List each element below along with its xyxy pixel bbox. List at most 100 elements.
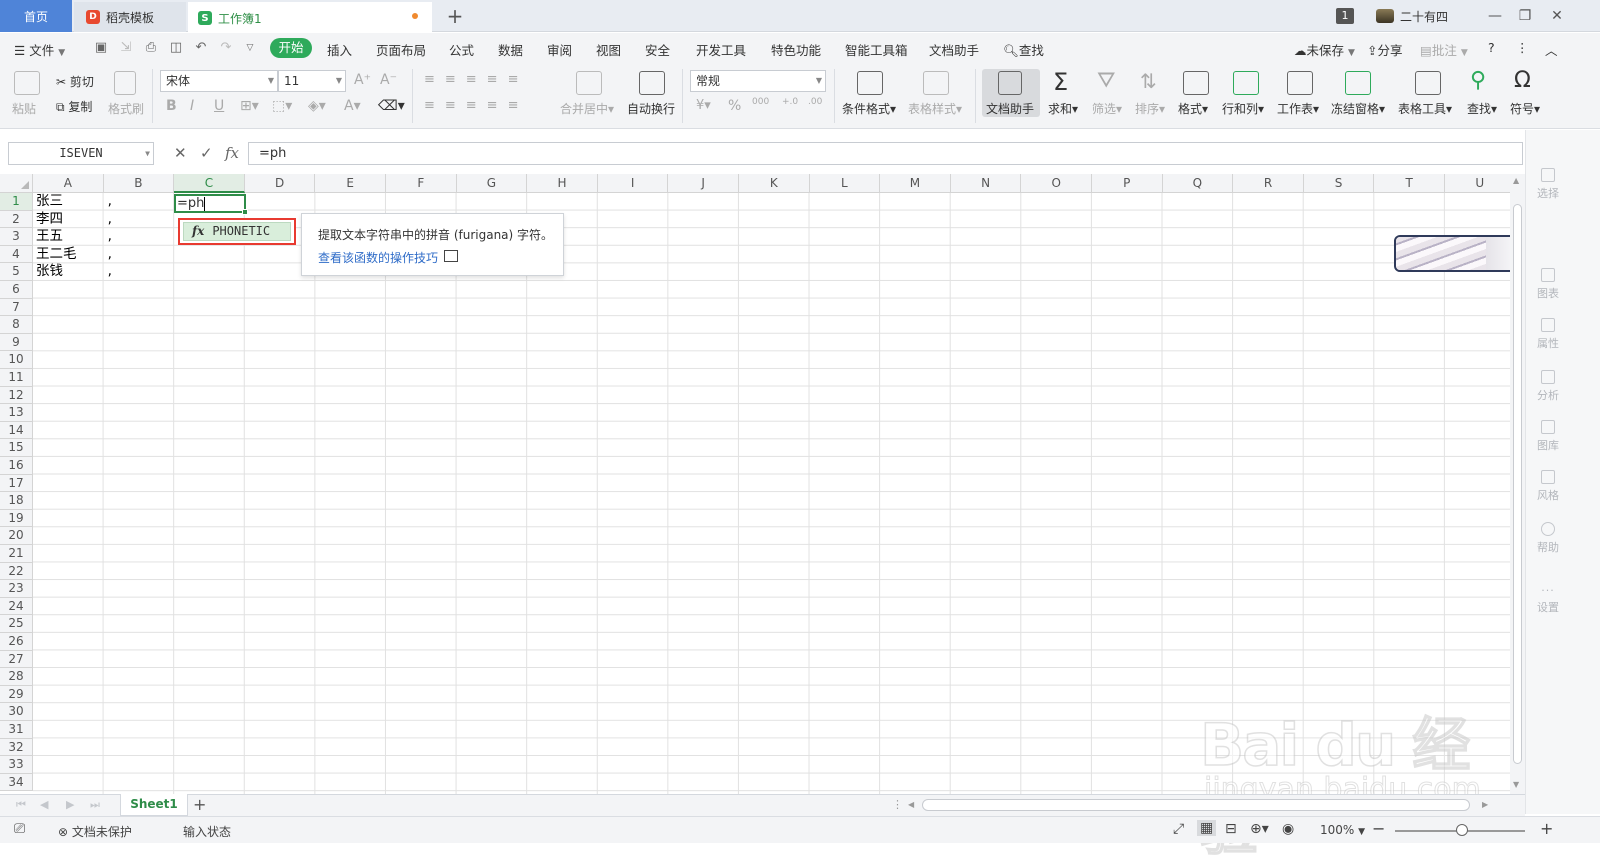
more-icon[interactable]: ⋮ [1516,40,1529,55]
column-header-t[interactable]: T [1374,174,1445,193]
column-header-f[interactable]: F [386,174,457,193]
column-header-j[interactable]: J [668,174,739,193]
export-icon[interactable]: ⇲ [119,41,133,55]
cell-b4[interactable]: , [108,246,112,264]
row-header-3[interactable]: 3 [0,228,33,246]
eraser-icon[interactable]: ⌫▾ [378,98,405,114]
font-name-select[interactable]: 宋体 ▼ [160,70,278,92]
format-label[interactable]: 格式▾ [1178,100,1208,117]
autocomplete-item-phonetic[interactable]: fx PHONETIC [183,222,291,241]
column-header-k[interactable]: K [739,174,810,193]
merge-center-icon[interactable] [576,71,602,95]
menu-developer[interactable]: 开发工具 [696,40,746,59]
tab-home[interactable]: 首页 [0,0,72,32]
cell-a5[interactable]: 张钱 [36,263,63,281]
rows-cols-label[interactable]: 行和列▾ [1222,100,1264,117]
column-header-c[interactable]: C [174,174,245,193]
row-header-24[interactable]: 24 [0,597,33,616]
menu-features[interactable]: 特色功能 [771,40,821,59]
find-label[interactable]: 查找▾ [1467,100,1497,117]
decrease-decimal-icon[interactable]: .00 [808,97,822,107]
merge-center-label[interactable]: 合并居中▾ [560,100,614,117]
new-tab-button[interactable]: + [444,4,466,28]
font-color-icon[interactable]: A▾ [344,98,361,114]
sheet-tab-sheet1[interactable]: Sheet1 [120,794,188,816]
confirm-formula-icon[interactable]: ✓ [200,144,213,162]
cell-a4[interactable]: 王二毛 [36,246,77,264]
column-header-m[interactable]: M [880,174,951,193]
sum-label[interactable]: 求和▾ [1048,100,1078,117]
row-header-13[interactable]: 13 [0,404,33,422]
formula-input[interactable]: =ph [248,142,1523,165]
row-header-5[interactable]: 5 [0,263,33,281]
menu-security[interactable]: 安全 [645,40,670,59]
symbol-label[interactable]: 符号▾ [1510,100,1540,117]
zoom-level[interactable]: 100% ▼ [1320,823,1365,837]
increase-font-icon[interactable]: A⁺ [354,72,371,88]
increase-decimal-icon[interactable]: +.0 [782,97,798,107]
cell-a3[interactable]: 王五 [36,228,63,246]
menu-page-layout[interactable]: 页面布局 [376,40,426,59]
redo-icon[interactable]: ↷ [219,41,233,55]
scroll-down-icon[interactable]: ▼ [1513,780,1519,789]
print-preview-icon[interactable]: ◫ [169,41,183,55]
worksheet-label[interactable]: 工作表▾ [1277,100,1319,117]
column-header-s[interactable]: S [1303,174,1375,193]
zoom-slider-thumb[interactable] [1456,824,1468,836]
menu-insert[interactable]: 插入 [327,40,352,59]
row-header-16[interactable]: 16 [0,457,33,475]
customize-dropdown-icon[interactable]: ▽ [243,41,257,55]
row-header-23[interactable]: 23 [0,580,33,598]
decrease-font-icon[interactable]: A⁻ [380,72,397,88]
cell-b5[interactable]: , [108,263,112,281]
macro-record-icon[interactable]: ⎚ [14,821,25,837]
menu-formulas[interactable]: 公式 [449,40,474,59]
wrap-text-icon[interactable] [639,71,665,95]
column-header-a[interactable]: A [33,174,104,193]
row-header-4[interactable]: 4 [0,245,33,264]
freeze-panes-label[interactable]: 冻结窗格▾ [1331,100,1385,117]
column-header-o[interactable]: O [1021,174,1092,193]
share-button[interactable]: ⇪分享 [1367,40,1403,59]
split-handle-icon[interactable]: ⋮ [892,798,903,811]
function-tips-link[interactable]: 查看该函数的操作技巧 [318,249,438,266]
menu-data[interactable]: 数据 [498,40,523,59]
row-header-6[interactable]: 6 [0,281,33,299]
close-window-button[interactable]: ✕ [1544,4,1570,28]
menu-review[interactable]: 审阅 [547,40,572,59]
paste-icon[interactable] [14,71,40,95]
number-format-select[interactable]: 常规 ▼ [690,70,826,92]
add-sheet-button[interactable]: + [193,795,206,814]
format-painter-icon[interactable] [114,71,136,95]
row-header-28[interactable]: 28 [0,668,33,686]
side-chart[interactable]: 图表 [1527,268,1569,301]
tab-template[interactable]: D 稻壳模板 [74,2,186,32]
cell-b1[interactable]: , [108,193,112,211]
page-break-view-icon[interactable]: ⊟ [1225,821,1237,837]
next-sheet-icon[interactable]: ▶ [66,798,74,811]
horizontal-scroll-thumb[interactable] [922,799,1470,811]
row-header-21[interactable]: 21 [0,545,33,563]
row-header-30[interactable]: 30 [0,703,33,721]
scroll-right-icon[interactable]: ▶ [1482,800,1488,809]
cell-b3[interactable]: , [108,228,112,246]
scroll-up-icon[interactable]: ▲ [1513,176,1519,185]
collapse-ribbon-icon[interactable]: ︿ [1545,40,1558,59]
side-select[interactable]: 选择 [1527,168,1569,201]
protect-status[interactable]: ⊗ 文档未保护 [58,823,132,840]
row-header-2[interactable]: 2 [0,210,33,229]
column-header-q[interactable]: Q [1162,174,1234,193]
column-header-p[interactable]: P [1092,174,1163,193]
filter-label[interactable]: 筛选▾ [1092,100,1122,117]
row-header-26[interactable]: 26 [0,633,33,651]
paste-label[interactable]: 粘贴 [12,100,36,117]
rows-cols-icon[interactable] [1233,71,1259,95]
column-header-n[interactable]: N [950,174,1022,193]
conditional-format-icon[interactable] [857,71,883,95]
row-header-32[interactable]: 32 [0,738,33,757]
row-header-33[interactable]: 33 [0,756,33,774]
worksheet-icon[interactable] [1287,71,1313,95]
row-header-12[interactable]: 12 [0,386,33,405]
font-size-select[interactable]: 11 ▼ [278,70,346,92]
bold-icon[interactable]: B [166,98,177,114]
